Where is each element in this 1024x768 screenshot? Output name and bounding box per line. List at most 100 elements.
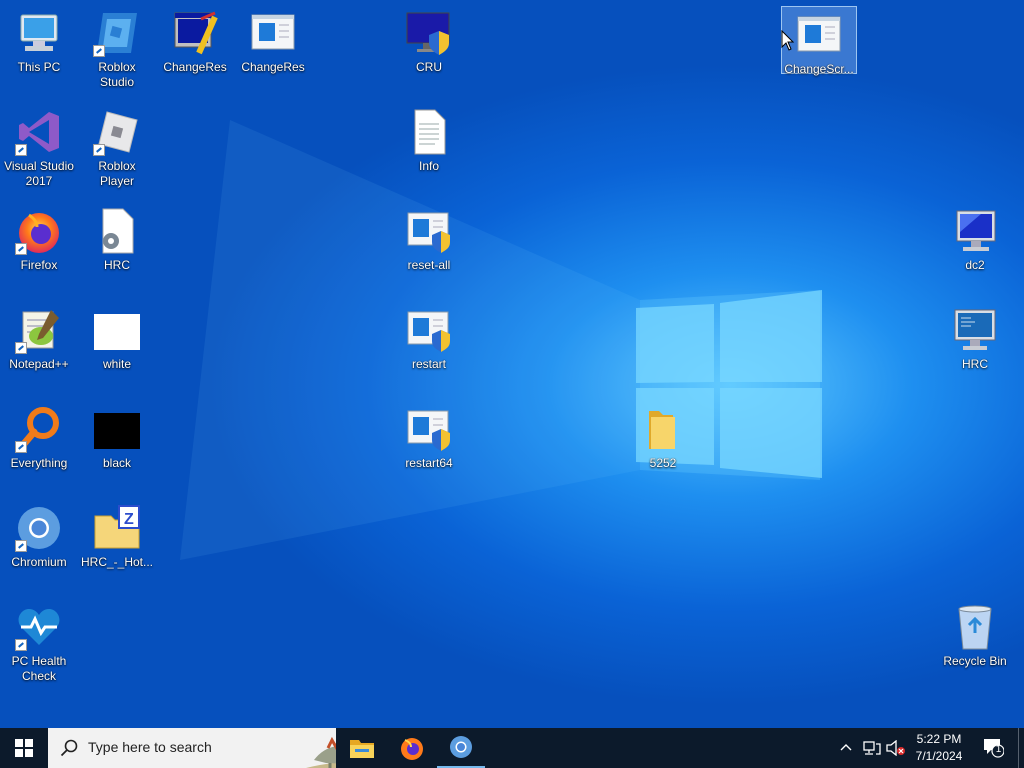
taskbar-clock[interactable]: 5:22 PM 7/1/2024 bbox=[909, 732, 969, 763]
icon-label: Info bbox=[418, 159, 439, 173]
shortcut-arrow-icon bbox=[15, 243, 27, 255]
black-image-icon bbox=[93, 405, 141, 453]
search-icon bbox=[60, 739, 78, 757]
desktop-icon-everything[interactable]: Everything bbox=[1, 400, 77, 492]
icon-label: ChangeRes bbox=[163, 60, 227, 74]
changeres-app-icon bbox=[171, 9, 219, 57]
white-image-icon bbox=[93, 306, 141, 354]
start-button[interactable] bbox=[0, 728, 48, 768]
computer-icon bbox=[15, 9, 63, 57]
clock-time: 5:22 PM bbox=[916, 732, 962, 746]
volume-muted-icon[interactable] bbox=[886, 740, 906, 756]
show-desktop-button[interactable] bbox=[1018, 728, 1019, 768]
desktop-icon-pc-health-check[interactable]: PC Health Check bbox=[1, 598, 77, 690]
icon-label: white bbox=[102, 357, 131, 371]
clock-date: 7/1/2024 bbox=[915, 749, 963, 763]
desktop-icon-recycle-bin[interactable]: Recycle Bin bbox=[937, 598, 1013, 690]
desktop-icon-reset-all[interactable]: reset-all bbox=[391, 202, 467, 294]
desktop-icon-changeres-app[interactable]: ChangeRes bbox=[157, 4, 233, 96]
icon-label: Firefox bbox=[20, 258, 58, 272]
shortcut-arrow-icon bbox=[15, 540, 27, 552]
monitor-shield-icon bbox=[405, 9, 453, 57]
taskbar-chromium[interactable] bbox=[437, 728, 485, 768]
chromium-icon bbox=[15, 504, 63, 552]
visual-studio-icon bbox=[15, 108, 63, 156]
icon-label: Recycle Bin bbox=[943, 654, 1007, 668]
desktop[interactable]: This PC Visual Studio 2017 Firefox Notep… bbox=[0, 0, 1024, 728]
monitor-app-icon bbox=[951, 306, 999, 354]
desktop-icon-black[interactable]: black bbox=[79, 400, 155, 492]
icon-label: Chromium bbox=[11, 555, 67, 569]
desktop-icon-notepadpp[interactable]: Notepad++ bbox=[1, 301, 77, 393]
desktop-icon-hrc-settings[interactable]: HRC bbox=[79, 202, 155, 294]
window-shield-icon bbox=[405, 405, 453, 453]
recycle-bin-icon bbox=[951, 603, 999, 651]
icon-label: ChangeScr... bbox=[784, 62, 854, 76]
icon-label: Visual Studio 2017 bbox=[4, 159, 74, 188]
window-icon bbox=[249, 9, 297, 57]
desktop-icon-visual-studio[interactable]: Visual Studio 2017 bbox=[1, 103, 77, 195]
icon-label: reset-all bbox=[407, 258, 451, 272]
shortcut-arrow-icon bbox=[93, 144, 105, 156]
desktop-icon-roblox-player[interactable]: Roblox Player bbox=[79, 103, 155, 195]
icon-label: 5252 bbox=[649, 456, 677, 470]
desktop-icon-chromium[interactable]: Chromium bbox=[1, 499, 77, 591]
icon-label: This PC bbox=[17, 60, 61, 74]
chevron-up-icon[interactable] bbox=[840, 742, 852, 752]
taskbar: Type here to search 5:22 PM 7/1/2024 1 bbox=[0, 728, 1024, 768]
desktop-icon-restart64[interactable]: restart64 bbox=[391, 400, 467, 492]
roblox-studio-icon bbox=[93, 9, 141, 57]
desktop-icon-hrc-hot-zip[interactable]: Z HRC_-_Hot... bbox=[79, 499, 155, 591]
window-shield-icon bbox=[405, 207, 453, 255]
shortcut-arrow-icon bbox=[15, 144, 27, 156]
desktop-icon-dc2[interactable]: dc2 bbox=[937, 202, 1013, 294]
icon-label: HRC_-_Hot... bbox=[80, 555, 154, 569]
desktop-icon-this-pc[interactable]: This PC bbox=[1, 4, 77, 96]
desktop-icon-changeres[interactable]: ChangeRes bbox=[235, 4, 311, 96]
shortcut-arrow-icon bbox=[93, 45, 105, 57]
desktop-icon-restart[interactable]: restart bbox=[391, 301, 467, 393]
icon-label: HRC bbox=[104, 258, 130, 272]
window-shield-icon bbox=[405, 306, 453, 354]
action-center-button[interactable]: 1 bbox=[982, 736, 1006, 760]
search-highlight-dinosaur-icon bbox=[306, 736, 336, 768]
firefox-icon bbox=[15, 207, 63, 255]
everything-search-icon bbox=[15, 405, 63, 453]
icon-label: Notepad++ bbox=[9, 357, 69, 371]
shortcut-arrow-icon bbox=[15, 342, 27, 354]
system-tray: 5:22 PM 7/1/2024 1 bbox=[834, 728, 1024, 768]
roblox-player-icon bbox=[93, 108, 141, 156]
desktop-icon-folder-5252[interactable]: 5252 bbox=[625, 400, 701, 492]
desktop-icon-firefox[interactable]: Firefox bbox=[1, 202, 77, 294]
desktop-icon-roblox-studio[interactable]: Roblox Studio bbox=[79, 4, 155, 96]
icon-label: dc2 bbox=[965, 258, 985, 272]
windows-logo-icon bbox=[15, 739, 33, 757]
taskbar-firefox[interactable] bbox=[388, 728, 436, 768]
svg-text:Z: Z bbox=[124, 511, 134, 528]
notepadpp-icon bbox=[15, 306, 63, 354]
icon-label: CRU bbox=[416, 60, 442, 74]
taskbar-search-box[interactable]: Type here to search bbox=[48, 728, 336, 768]
shortcut-arrow-icon bbox=[15, 441, 27, 453]
desktop-icon-cru[interactable]: CRU bbox=[391, 4, 467, 96]
chromium-icon bbox=[450, 736, 472, 758]
firefox-icon bbox=[401, 738, 423, 760]
icon-label: HRC bbox=[962, 357, 988, 371]
icon-label: black bbox=[102, 456, 131, 470]
icon-label: Everything bbox=[10, 456, 68, 470]
mouse-cursor-icon bbox=[781, 30, 795, 51]
icon-label: restart64 bbox=[405, 456, 453, 470]
network-icon[interactable] bbox=[863, 740, 881, 756]
zip-folder-icon: Z bbox=[93, 504, 141, 552]
icon-label: Roblox Studio bbox=[98, 60, 136, 89]
pc-health-icon bbox=[15, 603, 63, 651]
file-explorer-icon bbox=[350, 740, 374, 758]
icon-label: ChangeRes bbox=[241, 60, 305, 74]
shortcut-arrow-icon bbox=[15, 639, 27, 651]
desktop-icon-info[interactable]: Info bbox=[391, 103, 467, 195]
desktop-icon-hrc-monitor[interactable]: HRC bbox=[937, 301, 1013, 393]
icon-label: PC Health Check bbox=[11, 654, 67, 683]
notification-count: 1 bbox=[995, 744, 1002, 755]
desktop-icon-white[interactable]: white bbox=[79, 301, 155, 393]
taskbar-file-explorer[interactable] bbox=[338, 728, 386, 768]
